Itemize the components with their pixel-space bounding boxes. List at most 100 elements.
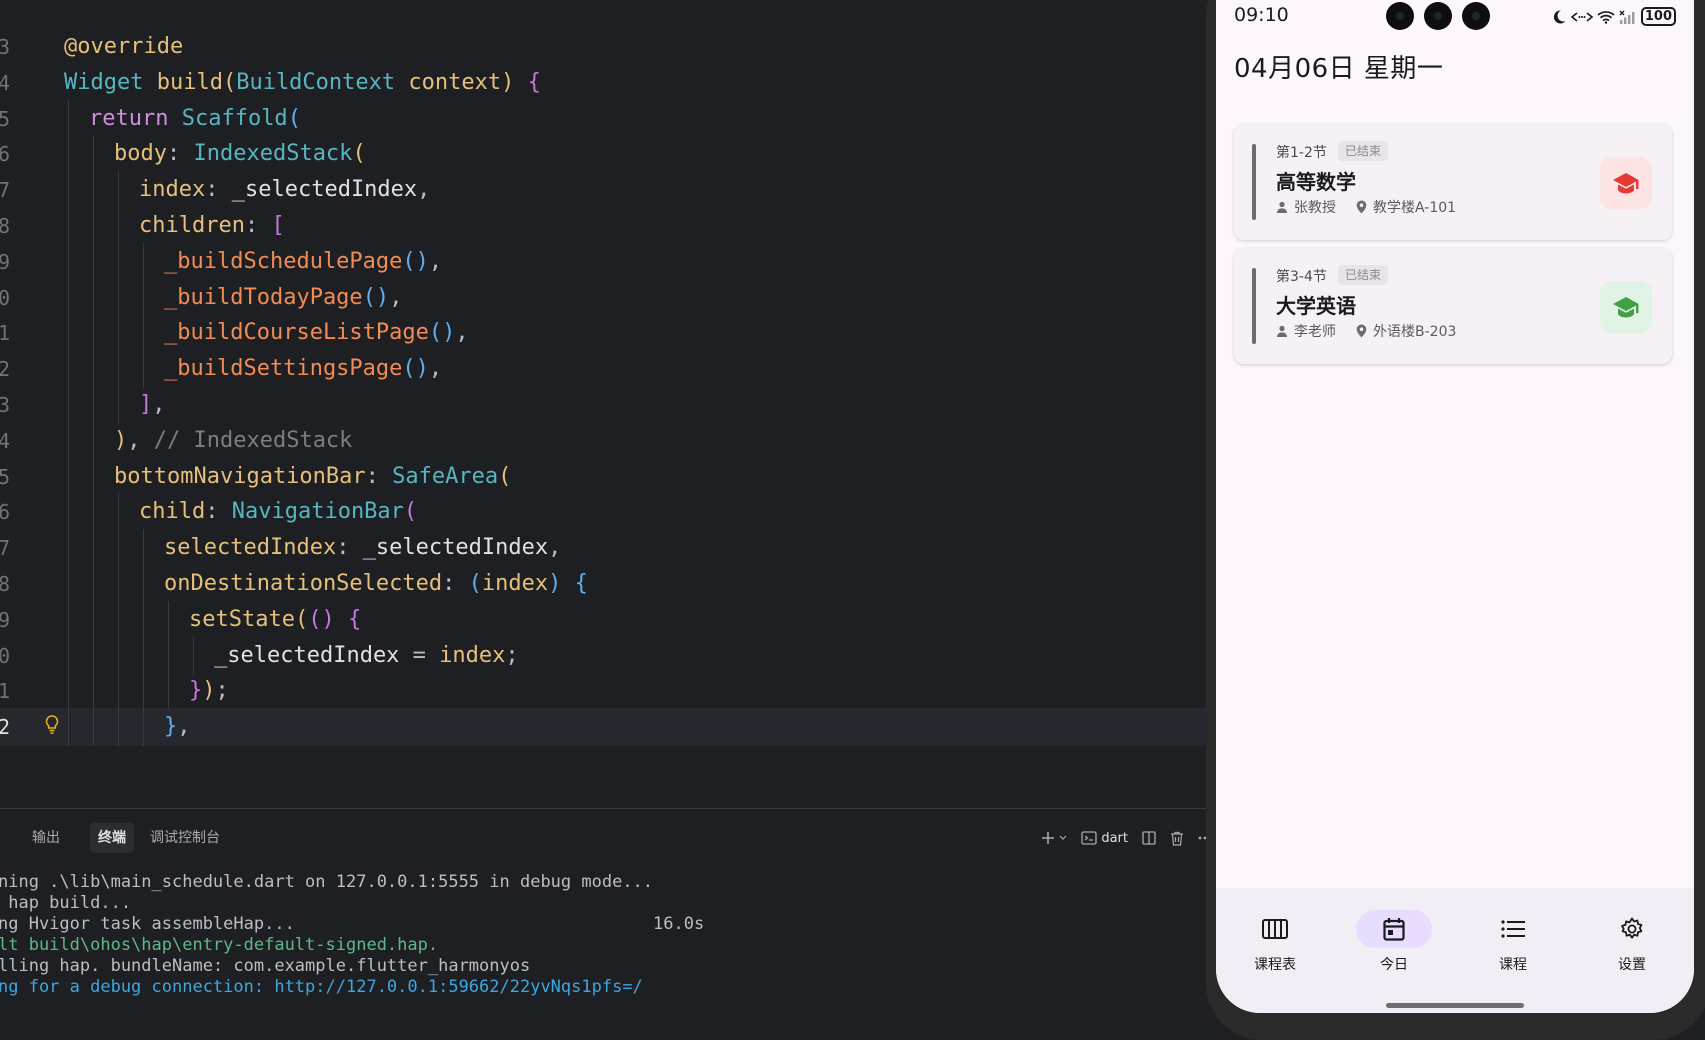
indent-guide [118, 493, 119, 532]
new-terminal-button[interactable] [1041, 831, 1067, 845]
line-number: 1 [0, 321, 11, 346]
indent-guide [93, 207, 94, 245]
code-line[interactable]: 4), // IndexedStack [0, 421, 1212, 460]
code-text: setState(() { [189, 601, 361, 639]
code-token: SafeArea [392, 463, 499, 489]
code-line[interactable]: 3 @override [0, 28, 1212, 66]
trash-icon [1171, 831, 1183, 846]
code-line[interactable]: 1 _buildCourseListPage(), [0, 314, 1212, 353]
terminal-name: dart [1101, 830, 1128, 846]
tab-output[interactable]: 输出 [24, 823, 68, 853]
status-badge: 已结束 [1338, 141, 1389, 161]
course-meta: 李老师 外语楼B-203 [1276, 321, 1476, 341]
code-token: } [189, 678, 203, 704]
code-editor[interactable]: 3 @override 4 Widget build(BuildContext con… [0, 0, 1212, 808]
indent-guide [93, 636, 94, 675]
indent-guide [68, 135, 69, 174]
code-line[interactable]: 4 Widget build(BuildContext context) { [0, 64, 1212, 102]
code-line[interactable]: 8 onDestinationSelected: (index) { [0, 565, 1212, 603]
code-line[interactable]: 0 _selectedIndex = index; [0, 636, 1212, 675]
code-token: , [417, 177, 431, 203]
code-line[interactable]: 7 selectedIndex: _selectedIndex, [0, 529, 1212, 568]
code-token: { [514, 69, 541, 95]
code-line[interactable]: 6 body: IndexedStack( [0, 135, 1212, 174]
line-number: 5 [0, 106, 11, 131]
home-indicator[interactable] [1386, 1003, 1524, 1008]
code-line[interactable]: 5 bottomNavigationBar: SafeArea( [0, 457, 1212, 496]
code-line[interactable]: 9 _buildSchedulePage(), [0, 242, 1212, 281]
code-text: _buildSettingsPage(), [164, 350, 442, 388]
code-line[interactable]: 8 children: [ [0, 207, 1212, 245]
indent-guide [118, 242, 119, 281]
indent-guide [143, 708, 144, 747]
code-token: Scaffold [181, 105, 288, 131]
person-icon [1277, 201, 1287, 213]
nav-label: 设置 [1618, 957, 1646, 973]
code-token: _selectedIndex [362, 535, 549, 561]
code-token: , [548, 535, 562, 561]
indent-guide [168, 672, 169, 711]
course-meta: 张教授 教学楼A-101 [1276, 197, 1476, 217]
code-text: _buildTodayPage(), [164, 279, 402, 317]
code-token: , [428, 356, 443, 382]
code-token: @override [64, 34, 184, 59]
code-line[interactable]: 3], [0, 386, 1212, 424]
tab-debug-console[interactable]: 调试控制台 [142, 823, 228, 853]
code-token: build [156, 69, 223, 95]
code-token: : [244, 213, 272, 238]
code-line[interactable]: 2}, [0, 708, 1212, 747]
indent-guide [68, 386, 69, 424]
code-token: body [114, 141, 167, 167]
code-token: ; [215, 678, 229, 704]
code-line[interactable]: 6 child: NavigationBar( [0, 493, 1212, 532]
code-line[interactable]: 1}); [0, 672, 1212, 711]
indent-guide [118, 171, 119, 210]
code-token: BuildContext [236, 69, 409, 95]
code-line[interactable]: 7 index: _selectedIndex, [0, 171, 1212, 210]
code-line[interactable]: 5 return Scaffold( [0, 99, 1212, 138]
split-terminal-button[interactable] [1142, 831, 1156, 845]
line-number: 0 [0, 643, 11, 668]
code-token: _buildTodayPage [164, 284, 363, 310]
indent-guide [68, 314, 69, 353]
kill-terminal-button[interactable] [1170, 831, 1184, 846]
code-token: : [205, 499, 232, 525]
status-badge: 已结束 [1338, 265, 1389, 285]
code-text: selectedIndex: _selectedIndex, [164, 529, 561, 567]
code-token: () [428, 320, 456, 346]
code-token: child [139, 499, 206, 525]
line-number: 4 [0, 428, 11, 453]
indent-guide [143, 600, 144, 639]
code-token: onDestinationSelected [164, 571, 443, 596]
code-token: { [574, 571, 588, 596]
line-number: 7 [0, 536, 11, 561]
course-card[interactable]: 第1-2节 已结束 高等数学 张教授 教学楼A-101 [1234, 124, 1672, 240]
line-number: 3 [0, 35, 11, 59]
code-line[interactable]: 0 _buildTodayPage(), [0, 278, 1212, 317]
indent-guide [68, 207, 69, 245]
nav-indicator [1237, 910, 1313, 948]
lightbulb-icon[interactable] [44, 714, 60, 736]
code-token: ( [287, 105, 301, 131]
calendar-today-icon [1383, 918, 1405, 941]
code-token: index [481, 571, 549, 596]
terminal-selector[interactable]: dart [1081, 831, 1128, 846]
indent-guide [193, 636, 194, 675]
code-token: : [336, 535, 363, 561]
panel-toolbar: dart [1041, 823, 1212, 853]
nav-item-settings[interactable]: 设置 [1572, 910, 1692, 974]
code-text: }, [164, 708, 191, 746]
code-line[interactable]: 2 _buildSettingsPage(), [0, 350, 1212, 389]
bottom-panel: 输出 终端 调试控制台 dart ning .\lib\main_schedul… [0, 808, 1212, 1014]
code-token: ) [114, 427, 128, 453]
tab-terminal[interactable]: 终端 [90, 823, 134, 853]
code-line[interactable]: 9 setState(() { [0, 600, 1212, 639]
course-card[interactable]: 第3-4节 已结束 大学英语 李老师 外语楼B-203 [1234, 248, 1672, 364]
nav-item-schedule[interactable]: 课程表 [1216, 910, 1335, 974]
indent-guide [68, 171, 69, 210]
nav-item-courses[interactable]: 课程 [1453, 910, 1573, 974]
settings-icon [1621, 917, 1643, 939]
nav-item-today[interactable]: 今日 [1334, 910, 1454, 974]
nav-indicator [1356, 910, 1432, 948]
code-token: _selectedIndex [214, 642, 400, 668]
